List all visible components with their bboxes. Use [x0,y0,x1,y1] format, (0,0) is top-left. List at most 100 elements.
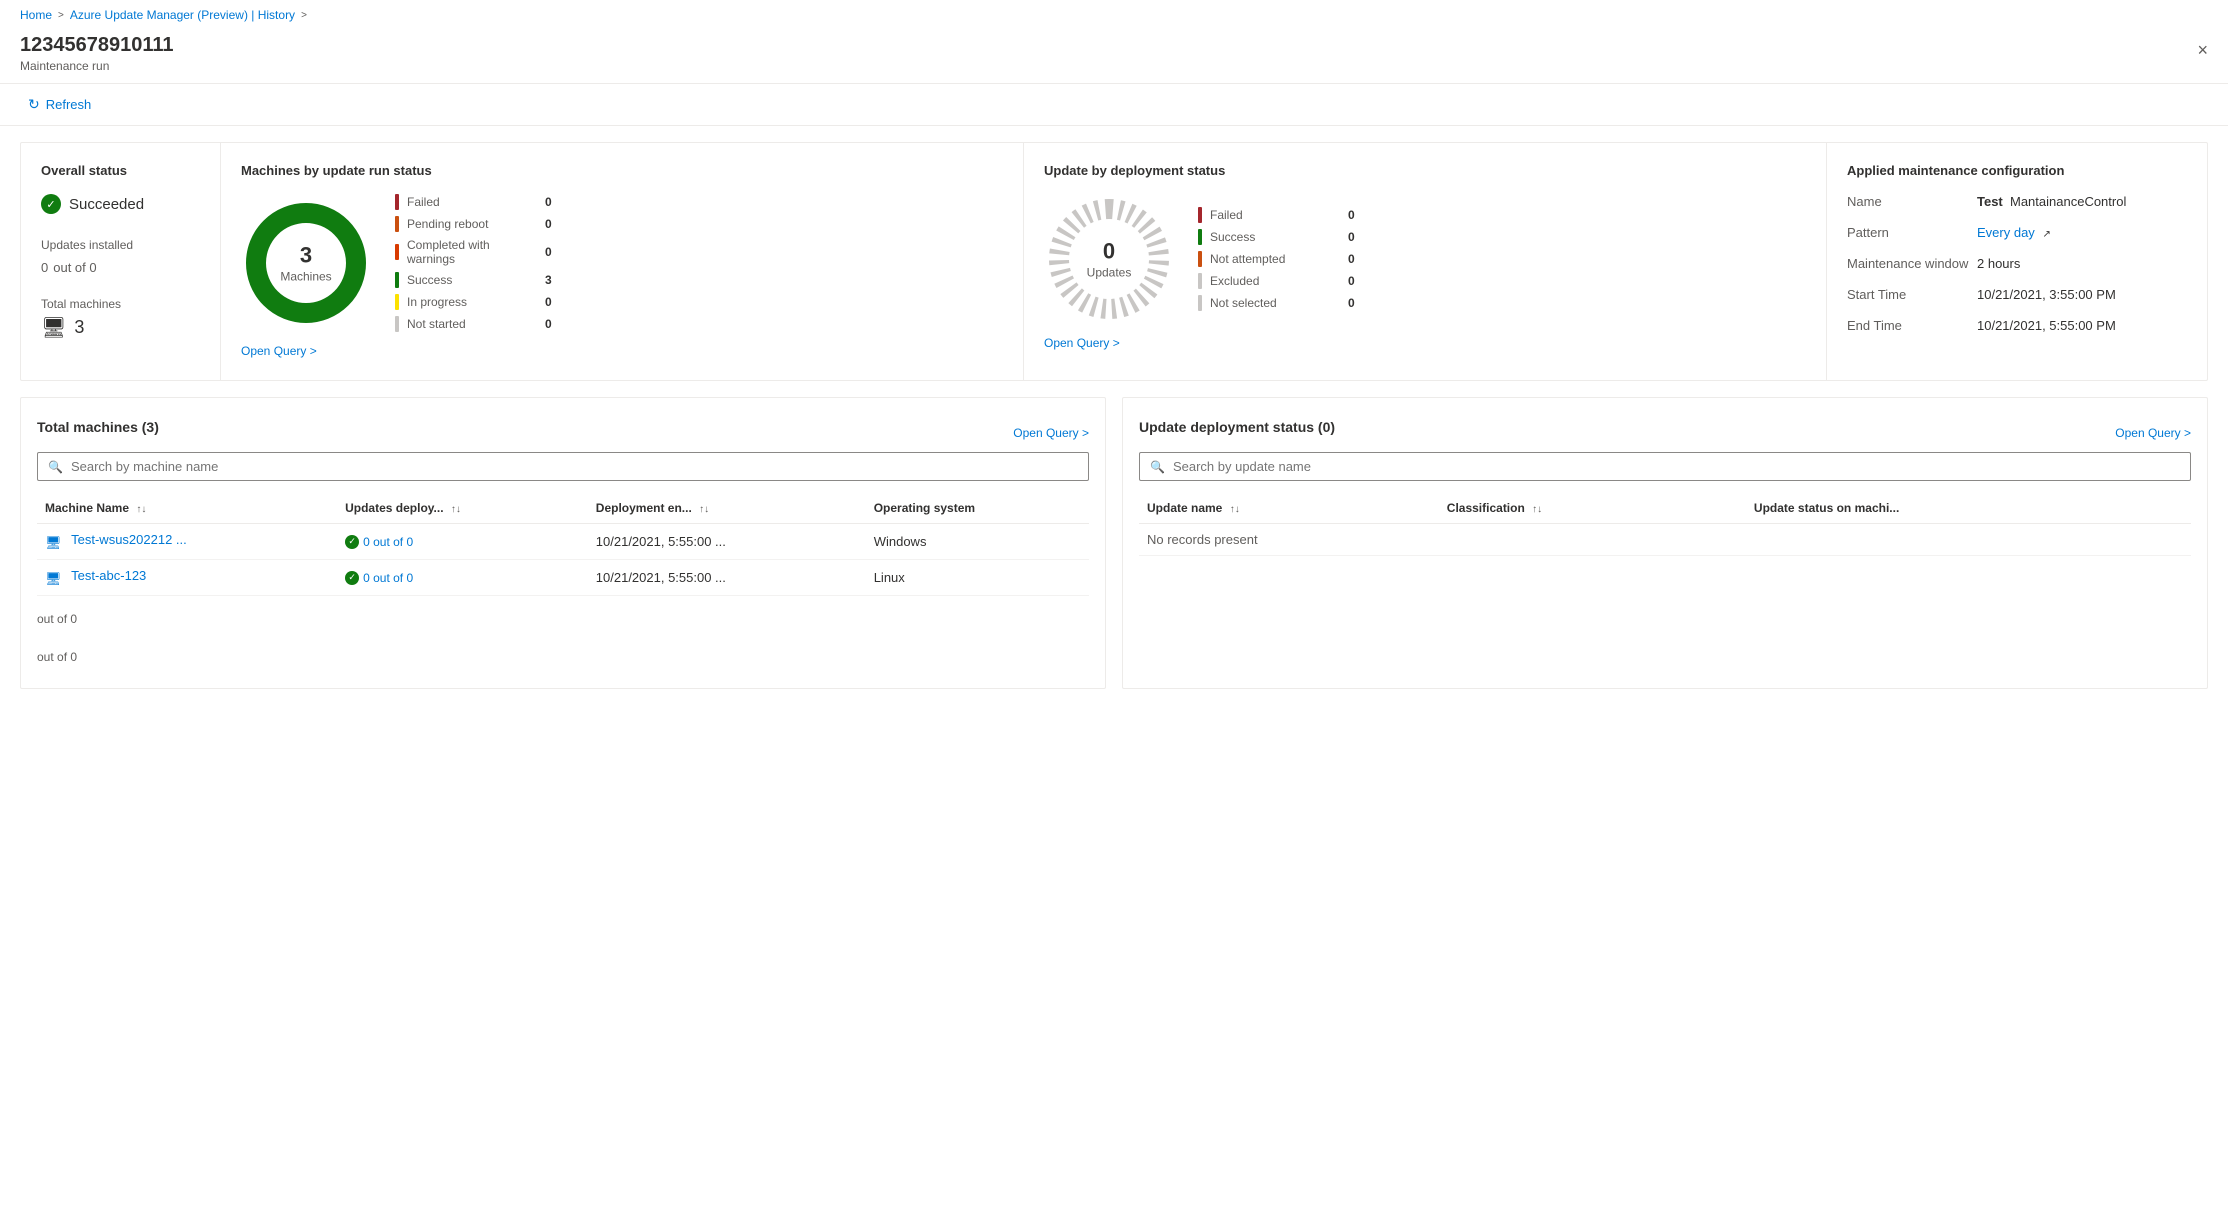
machines-search-input[interactable] [71,459,1078,474]
machines-legend: Failed 0 Pending reboot 0 Completed with… [395,194,552,332]
legend-item-value: 0 [545,317,552,331]
config-start-row: Start Time 10/21/2021, 3:55:00 PM [1847,287,2187,302]
machines-pagination2: out of 0 [37,642,1089,672]
legend-item-value: 0 [1348,252,1355,266]
updates-link[interactable]: 0 out of 0 [363,535,413,549]
legend-item: Success 3 [395,272,552,288]
no-records-text: No records present [1139,524,2191,556]
machines-donut-label: 3 Machines [280,243,331,284]
config-start-value: 10/21/2021, 3:55:00 PM [1977,287,2116,302]
machine-name-link[interactable]: Test-abc-123 [71,568,146,583]
sort-update-name[interactable]: ↑↓ [1230,504,1240,515]
legend-item: In progress 0 [395,294,552,310]
machines-chart-section: Machines by update run status 3 Machines [221,143,1024,380]
updates-installed-metric: Updates installed 0 out of 0 [41,238,200,277]
success-dot-icon: ✓ [345,535,359,549]
legend-item: Failed 0 [1198,207,1355,223]
updates-value: 0 [41,260,48,275]
close-button[interactable]: × [2197,40,2208,61]
legend-item: Not started 0 [395,316,552,332]
updates-donut-text: Updates [1087,266,1132,280]
machines-table-header-row: Machine Name ↑↓ Updates deploy... ↑↓ Dep… [37,493,1089,524]
config-window-value: 2 hours [1977,256,2020,271]
updates-table-panel: Update deployment status (0) Open Query … [1122,397,2208,689]
col-update-status: Update status on machi... [1746,493,2191,524]
breadcrumb-home[interactable]: Home [20,8,52,22]
status-label: Succeeded [69,196,144,213]
machines-search-icon: 🔍 [48,460,63,474]
legend-color-bar [1198,273,1202,289]
machine-icon: 🖥 [41,315,66,340]
legend-item-value: 0 [1348,274,1355,288]
updates-search-box[interactable]: 🔍 [1139,452,2191,481]
machines-table-title: Total machines (3) [37,419,159,435]
updates-installed-value: 0 out of 0 [41,256,200,277]
sort-updates-deploy[interactable]: ↑↓ [451,504,461,515]
refresh-button[interactable]: ↻ Refresh [20,92,99,117]
machines-search-box[interactable]: 🔍 [37,452,1089,481]
legend-color-bar [395,316,399,332]
sort-deployment-en[interactable]: ↑↓ [699,504,709,515]
col-update-name: Update name ↑↓ [1139,493,1439,524]
updates-donut-chart: 0 Updates [1044,194,1174,324]
config-name-label: Name [1847,194,1977,209]
machine-row-icon: 🖥 [45,571,62,586]
legend-item-name: Not started [407,317,537,331]
total-machines-metric: Total machines 🖥 3 [41,297,200,340]
total-machines-value: 3 [74,317,84,338]
legend-item: Success 0 [1198,229,1355,245]
machines-table: Machine Name ↑↓ Updates deploy... ↑↓ Dep… [37,493,1089,596]
updates-legend: Failed 0 Success 0 Not attempted 0 Exclu… [1198,207,1355,311]
sort-machine-name[interactable]: ↑↓ [136,504,146,515]
breadcrumb-parent[interactable]: Azure Update Manager (Preview) | History [70,8,295,22]
legend-item: Not attempted 0 [1198,251,1355,267]
machines-donut-text: Machines [280,270,331,284]
config-start-label: Start Time [1847,287,1977,302]
updates-table: Update name ↑↓ Classification ↑↓ Update … [1139,493,2191,556]
table-row: 🖥 Test-wsus202212 ... ✓ 0 out of 0 10/21… [37,524,1089,560]
machines-open-query[interactable]: Open Query > [241,344,317,358]
config-pattern-label: Pattern [1847,225,1977,240]
legend-color-bar [1198,251,1202,267]
updates-link[interactable]: 0 out of 0 [363,571,413,585]
legend-item-value: 0 [545,195,552,209]
machines-panel-header: Total machines (3) Open Query > [37,414,1089,440]
col-classification: Classification ↑↓ [1439,493,1746,524]
legend-color-bar [1198,207,1202,223]
legend-item-name: Failed [1210,208,1340,222]
legend-color-bar [395,272,399,288]
machines-donut-container: 3 Machines Failed 0 Pending reboot 0 Com… [241,194,1003,332]
updates-donut-number: 0 [1087,239,1132,265]
legend-item-value: 0 [545,245,552,259]
overall-status-section: Overall status ✓ Succeeded Updates insta… [21,143,221,380]
deployment-end-cell: 10/21/2021, 5:55:00 ... [588,560,866,596]
updates-open-query[interactable]: Open Query > [1044,336,1120,350]
machine-name-link[interactable]: Test-wsus202212 ... [71,532,187,547]
config-end-row: End Time 10/21/2021, 5:55:00 PM [1847,318,2187,333]
legend-color-bar [395,194,399,210]
config-end-value: 10/21/2021, 5:55:00 PM [1977,318,2116,333]
legend-item-value: 0 [545,295,552,309]
machines-table-open-query[interactable]: Open Query > [1013,426,1089,440]
breadcrumb-sep1: > [58,10,64,21]
config-name-row: Name Test MantainanceControl [1847,194,2187,209]
toolbar: ↻ Refresh [0,84,2228,126]
status-badge: ✓ Succeeded [41,194,200,214]
updates-table-open-query[interactable]: Open Query > [2115,426,2191,440]
page-container: Home > Azure Update Manager (Preview) | … [0,0,2228,1211]
legend-item: Completed with warnings 0 [395,238,552,266]
updates-suffix: out of 0 [53,260,96,275]
bottom-panels: Total machines (3) Open Query > 🔍 Machin… [20,397,2208,689]
legend-color-bar [395,216,399,232]
sort-classification[interactable]: ↑↓ [1532,504,1542,515]
legend-item-value: 0 [1348,296,1355,310]
updates-chart-section: Update by deployment status 0 Updates Fa… [1024,143,1827,380]
deployment-end-cell: 10/21/2021, 5:55:00 ... [588,524,866,560]
config-pattern-link[interactable]: Every day [1977,225,2035,240]
updates-no-records-row: No records present [1139,524,2191,556]
config-name-value: Test MantainanceControl [1977,194,2126,209]
updates-deploy-cell: ✓ 0 out of 0 [337,560,588,596]
config-name-prefix: Test [1977,194,2003,209]
legend-color-bar [1198,229,1202,245]
updates-search-input[interactable] [1173,459,2180,474]
